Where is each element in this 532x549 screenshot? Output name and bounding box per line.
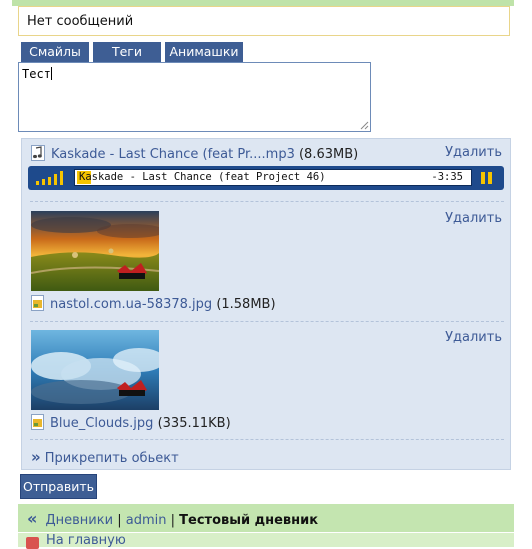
image-thumbnail-1[interactable]: [31, 211, 159, 291]
image-thumbnail-2[interactable]: [31, 330, 159, 410]
message-text: Тест: [22, 67, 52, 81]
audio-file-size: (8.63MB): [298, 147, 359, 162]
breadcrumb-separator: |: [170, 513, 175, 528]
attach-object-link[interactable]: » Прикрепить обьект: [31, 448, 179, 466]
divider: [30, 201, 504, 202]
divider: [30, 439, 504, 440]
blue-clouds-image: [31, 330, 159, 410]
breadcrumb-separator: |: [117, 513, 122, 528]
double-chevron-right-icon: »: [31, 448, 41, 466]
audio-file-link[interactable]: Kaskade - Last Chance (feat Pr....mp3: [51, 147, 295, 162]
divider: [30, 321, 504, 322]
pause-icon[interactable]: [481, 172, 492, 184]
delete-image-1-link[interactable]: Удалить: [445, 211, 502, 226]
image-file-icon: [31, 414, 44, 430]
track-title: Kaskade - Last Chance (feat Project 46): [79, 171, 326, 183]
audio-attachment: Kaskade - Last Chance (feat Pr....mp3 (8…: [31, 145, 358, 162]
image-file-1-link[interactable]: nastol.com.ua-58378.jpg: [50, 297, 212, 312]
music-file-icon: [31, 145, 45, 161]
message-textarea[interactable]: Тест: [18, 62, 371, 132]
image-file-2-size: (335.11KB): [157, 416, 231, 431]
volume-bars-icon[interactable]: [36, 171, 68, 185]
image-attachment-2: Blue_Clouds.jpg (335.11KB): [31, 414, 231, 431]
tab-smileys[interactable]: Смайлы: [21, 42, 89, 62]
image-file-1-size: (1.58MB): [216, 297, 276, 312]
sunset-field-image: [31, 211, 159, 291]
resize-grip-icon[interactable]: [360, 121, 369, 130]
notice-text: Нет сообщений: [27, 14, 134, 29]
home-icon: [26, 537, 39, 549]
text-caret: [50, 67, 52, 80]
delete-audio-link[interactable]: Удалить: [445, 145, 502, 160]
breadcrumb-current: Тестовый дневник: [179, 513, 319, 528]
breadcrumb-diaries-link[interactable]: Дневники: [45, 513, 113, 528]
image-file-2-link[interactable]: Blue_Clouds.jpg: [50, 416, 153, 431]
home-link[interactable]: На главную: [46, 533, 126, 548]
track-time: -3:35: [431, 171, 463, 183]
messages-notice: Нет сообщений: [18, 6, 510, 36]
attachments-panel: Kaskade - Last Chance (feat Pr....mp3 (8…: [21, 138, 511, 470]
image-attachment-1: nastol.com.ua-58378.jpg (1.58MB): [31, 295, 276, 312]
double-chevron-left-icon: «: [27, 509, 38, 528]
image-file-icon: [31, 295, 44, 311]
attach-object-label: Прикрепить обьект: [44, 451, 179, 466]
breadcrumb: « Дневники | admin | Тестовый дневник: [18, 504, 514, 532]
track-display[interactable]: Kaskade - Last Chance (feat Project 46) …: [74, 169, 472, 186]
delete-image-2-link[interactable]: Удалить: [445, 330, 502, 345]
tab-tags[interactable]: Теги: [93, 42, 161, 62]
tab-animations[interactable]: Анимашки: [165, 42, 243, 62]
audio-player: Kaskade - Last Chance (feat Project 46) …: [28, 166, 504, 190]
breadcrumb-admin-link[interactable]: admin: [126, 513, 167, 528]
submit-button[interactable]: Отправить: [20, 474, 97, 499]
